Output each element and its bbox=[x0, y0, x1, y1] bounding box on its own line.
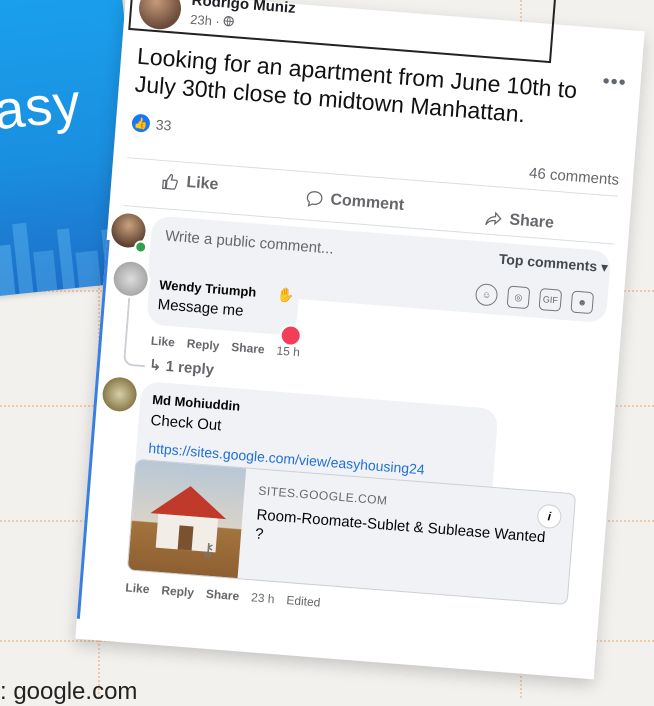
thumbs-up-outline-icon bbox=[162, 173, 178, 190]
link-preview-title: Room-Roomate-Sublet & Sublease Wanted ? bbox=[254, 506, 546, 547]
camera-icon[interactable]: ◎ bbox=[506, 285, 531, 310]
globe-icon bbox=[223, 16, 235, 27]
link-preview-image: ⚷ bbox=[127, 459, 247, 579]
like-button[interactable]: Like bbox=[161, 172, 219, 194]
comment-button[interactable]: Comment bbox=[305, 189, 405, 215]
post-time[interactable]: 23h · bbox=[190, 12, 224, 30]
share-label: Share bbox=[508, 211, 555, 232]
comment-like-link[interactable]: Like bbox=[150, 334, 175, 350]
comment-label: Comment bbox=[329, 191, 405, 215]
like-count: 33 bbox=[155, 116, 173, 134]
comment-reply-link[interactable]: Reply bbox=[161, 583, 195, 600]
edited-label[interactable]: Edited bbox=[286, 593, 321, 610]
comment-share-link[interactable]: Share bbox=[231, 340, 265, 357]
reply-arrow-icon: ↳ bbox=[148, 356, 167, 375]
commenter-name[interactable]: Md Mohiuddin bbox=[152, 392, 241, 414]
comment-actions: Like Reply Share 23 h Edited bbox=[125, 580, 321, 609]
comment-text: Message me bbox=[157, 296, 245, 320]
commenter-avatar[interactable] bbox=[112, 260, 149, 298]
comment-like-link[interactable]: Like bbox=[125, 580, 150, 596]
comment-actions: Like Reply Share 15 h bbox=[150, 334, 300, 360]
reply-thread-line bbox=[122, 297, 151, 368]
gif-icon[interactable]: GIF bbox=[538, 287, 563, 312]
comment-time[interactable]: 23 h bbox=[251, 590, 275, 606]
like-label: Like bbox=[185, 173, 220, 194]
house-door-shape bbox=[177, 525, 194, 551]
reaction-summary[interactable]: 👍 33 bbox=[131, 113, 172, 134]
view-replies-link[interactable]: ↳ 1 reply bbox=[148, 356, 214, 379]
brand-text: asy bbox=[0, 72, 85, 142]
comment-icon bbox=[306, 191, 323, 207]
sticker-icon[interactable]: ☻ bbox=[570, 290, 595, 315]
comment-text: Check Out bbox=[149, 411, 222, 435]
thumbs-up-icon: 👍 bbox=[131, 113, 151, 133]
comment-share-link[interactable]: Share bbox=[205, 587, 239, 604]
comment-time[interactable]: 15 h bbox=[276, 344, 300, 360]
online-status-indicator bbox=[133, 240, 148, 255]
comment-input-placeholder: Write a public comment... bbox=[164, 227, 335, 258]
keys-icon: ⚷ bbox=[200, 539, 216, 561]
info-icon[interactable]: i bbox=[536, 503, 563, 530]
share-icon bbox=[485, 211, 502, 226]
post-card: Rodrigo Muniz 23h · ••• Looking for an a… bbox=[75, 0, 645, 680]
caret-down-icon: ▾ bbox=[600, 258, 609, 276]
emoji-icon[interactable]: ☺ bbox=[474, 282, 499, 307]
highlight-edge bbox=[76, 239, 110, 619]
source-caption: : google.com bbox=[0, 678, 138, 705]
comment-reply-link[interactable]: Reply bbox=[186, 336, 220, 353]
share-button[interactable]: Share bbox=[484, 209, 555, 232]
comment-input-tools: ☺ ◎ GIF ☻ bbox=[474, 282, 595, 315]
link-preview-domain: SITES.GOOGLE.COM bbox=[257, 483, 388, 508]
comments-count[interactable]: 46 comments bbox=[528, 165, 619, 189]
comment-bubble: Wendy Triumph ✋ Message me bbox=[146, 268, 301, 336]
link-preview-card[interactable]: ⚷ SITES.GOOGLE.COM Room-Roomate-Sublet &… bbox=[126, 458, 577, 606]
view-replies-label: 1 reply bbox=[165, 357, 215, 379]
waving-hand-icon: ✋ bbox=[276, 286, 295, 304]
commenter-avatar[interactable] bbox=[101, 376, 138, 413]
